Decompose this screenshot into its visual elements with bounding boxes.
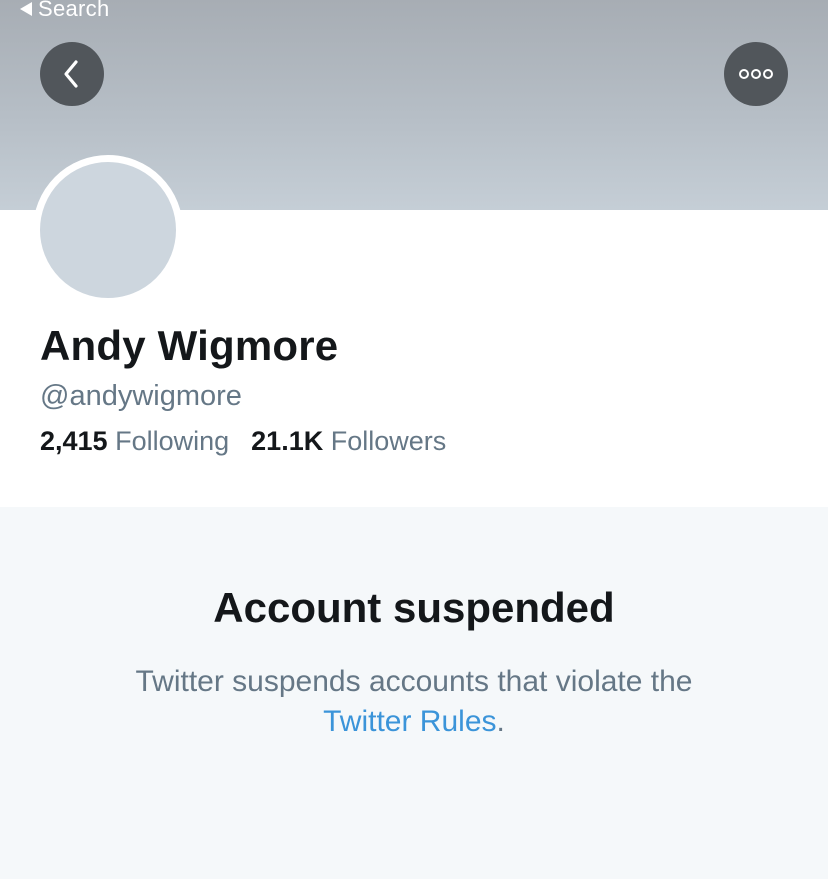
following-count: 2,415	[40, 426, 108, 456]
profile-name: Andy Wigmore	[40, 322, 339, 369]
status-bar-back-label: Search	[38, 0, 110, 21]
status-bar-back-link[interactable]: Search	[20, 0, 110, 24]
profile-handle: @andywigmore	[40, 380, 242, 412]
suspension-message-text: Twitter suspends accounts that violate t…	[135, 665, 693, 698]
following-link[interactable]: 2,415 Following	[40, 426, 229, 457]
suspension-message-period: .	[496, 705, 505, 738]
followers-count: 21.1K	[251, 426, 324, 456]
back-button[interactable]	[40, 42, 104, 106]
chevron-left-icon	[64, 60, 78, 88]
more-horizontal-icon	[739, 69, 773, 79]
profile-stats: 2,415 Following 21.1K Followers	[40, 426, 446, 457]
followers-link[interactable]: 21.1K Followers	[251, 426, 446, 457]
avatar[interactable]	[33, 155, 183, 305]
back-triangle-icon	[20, 2, 32, 16]
suspension-message: Twitter suspends accounts that violate t…	[64, 662, 764, 742]
more-options-button[interactable]	[724, 42, 788, 106]
suspension-title: Account suspended	[213, 584, 615, 631]
following-label: Following	[115, 426, 230, 456]
followers-label: Followers	[330, 426, 447, 456]
twitter-rules-link[interactable]: Twitter Rules	[323, 705, 496, 738]
